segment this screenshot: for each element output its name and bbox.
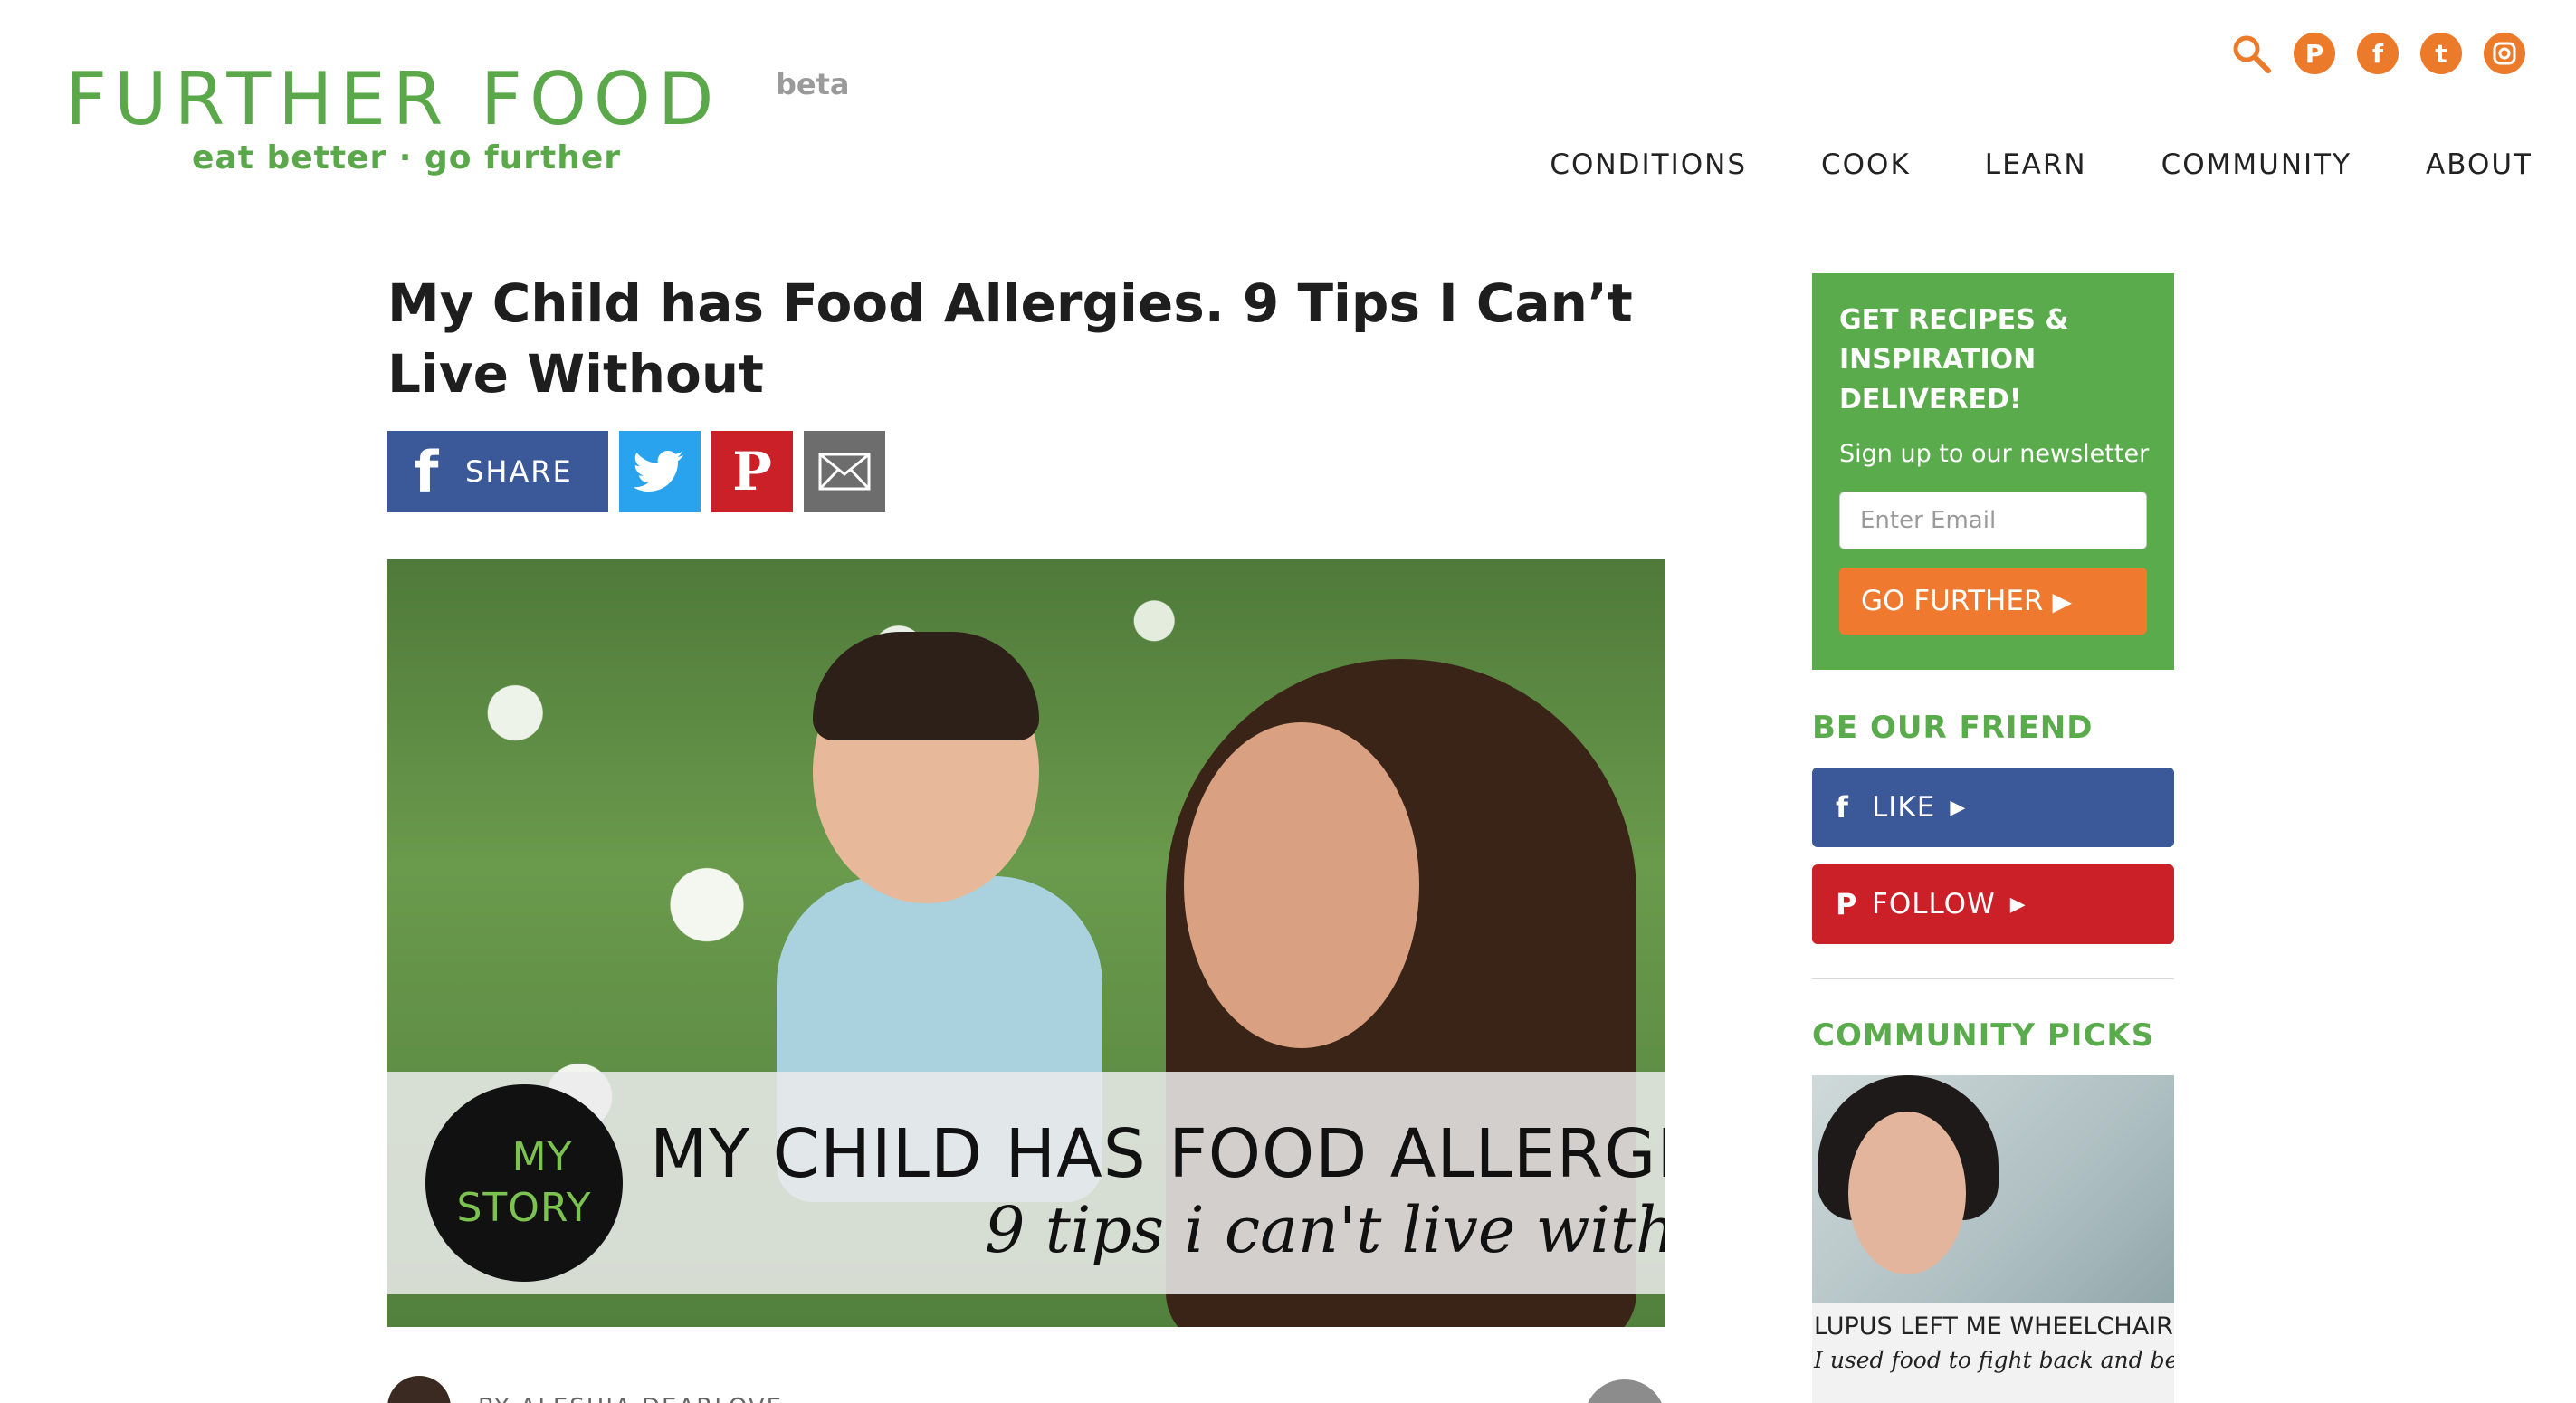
hero-headline: MY CHILD HAS FOOD ALLERGIES	[650, 1115, 1665, 1193]
pick-photo-face	[1848, 1112, 1966, 1274]
pinterest-icon: P	[732, 441, 772, 502]
twitter-share-button[interactable]	[619, 431, 701, 512]
follow-label: FOLLOW	[1872, 888, 1996, 921]
author-byline: BY ALESHIA DEARLOVE	[387, 1376, 783, 1403]
facebook-icon[interactable]: f	[2357, 33, 2399, 74]
twitter-bird-icon	[634, 451, 683, 492]
logo-beta-badge: beta	[776, 67, 850, 101]
author-avatar[interactable]	[387, 1376, 451, 1403]
newsletter-box: GET RECIPES & INSPIRATION DELIVERED! Sig…	[1812, 273, 2174, 670]
byline-text[interactable]: BY ALESHIA DEARLOVE	[478, 1394, 783, 1403]
facebook-like-button[interactable]: f LIKE ▶	[1812, 768, 2174, 847]
heart-icon[interactable]	[1584, 1379, 1665, 1403]
facebook-share-button[interactable]: f SHARE	[387, 431, 608, 512]
nav-conditions[interactable]: CONDITIONS	[1550, 148, 1747, 181]
nav-about[interactable]: ABOUT	[2426, 148, 2533, 181]
article-title: My Child has Food Allergies. 9 Tips I Ca…	[387, 272, 1633, 405]
go-further-button[interactable]: GO FURTHER ▶	[1839, 568, 2147, 635]
instagram-icon[interactable]	[2484, 33, 2525, 74]
pinterest-icon: P	[1836, 887, 1858, 921]
email-share-button[interactable]	[804, 431, 885, 512]
facebook-icon: f	[1836, 790, 1849, 825]
play-arrow-icon: ▶	[1950, 796, 1967, 819]
envelope-icon	[818, 453, 871, 491]
hero-script-subtitle: 9 tips i can't live without	[985, 1193, 1665, 1267]
my-story-badge: MY STORY	[425, 1084, 623, 1282]
newsletter-subtext: Sign up to our newsletter	[1839, 440, 2150, 468]
like-label: LIKE	[1872, 791, 1936, 824]
pick-title: LUPUS LEFT ME WHEELCHAIR	[1814, 1312, 2173, 1341]
site-logo[interactable]: FURTHER FOOD beta eat better · go furthe…	[65, 56, 850, 177]
play-arrow-icon: ▶	[2052, 586, 2073, 616]
email-field[interactable]	[1839, 492, 2147, 549]
badge-line-1: MY	[511, 1134, 573, 1180]
facebook-icon: f	[414, 438, 439, 505]
hero-image: MY STORY MY CHILD HAS FOOD ALLERGIES 9 t…	[387, 559, 1665, 1327]
be-our-friend-heading: BE OUR FRIEND	[1812, 710, 2094, 746]
twitter-icon[interactable]: t	[2420, 33, 2462, 74]
share-bar: f SHARE P	[387, 431, 885, 512]
nav-learn[interactable]: LEARN	[1985, 148, 2087, 181]
community-pick-card[interactable]: LUPUS LEFT ME WHEELCHAIR I used food to …	[1812, 1075, 2174, 1403]
community-picks-heading: COMMUNITY PICKS	[1812, 1017, 2155, 1054]
logo-title: FURTHER FOOD	[65, 57, 721, 141]
newsletter-heading: GET RECIPES & INSPIRATION DELIVERED!	[1839, 304, 2069, 415]
header-social-icons: P f t	[2230, 33, 2525, 74]
logo-tagline: eat better · go further	[192, 139, 622, 177]
sidebar-divider	[1812, 978, 2174, 979]
badge-line-2: STORY	[456, 1185, 592, 1231]
pinterest-share-button[interactable]: P	[711, 431, 793, 512]
nav-community[interactable]: COMMUNITY	[2161, 148, 2352, 181]
pinterest-icon[interactable]: P	[2294, 33, 2335, 74]
nav-cook[interactable]: COOK	[1821, 148, 1911, 181]
share-label: SHARE	[465, 454, 573, 489]
play-arrow-icon: ▶	[2009, 892, 2027, 916]
go-further-label: GO FURTHER	[1861, 585, 2044, 617]
hero-mother-face	[1184, 722, 1419, 1048]
pick-script-subtitle: I used food to fight back and becom	[1814, 1347, 2174, 1373]
pinterest-follow-button[interactable]: P FOLLOW ▶	[1812, 864, 2174, 944]
search-icon[interactable]	[2230, 33, 2272, 74]
main-nav: CONDITIONS COOK LEARN COMMUNITY ABOUT	[1550, 148, 2533, 181]
